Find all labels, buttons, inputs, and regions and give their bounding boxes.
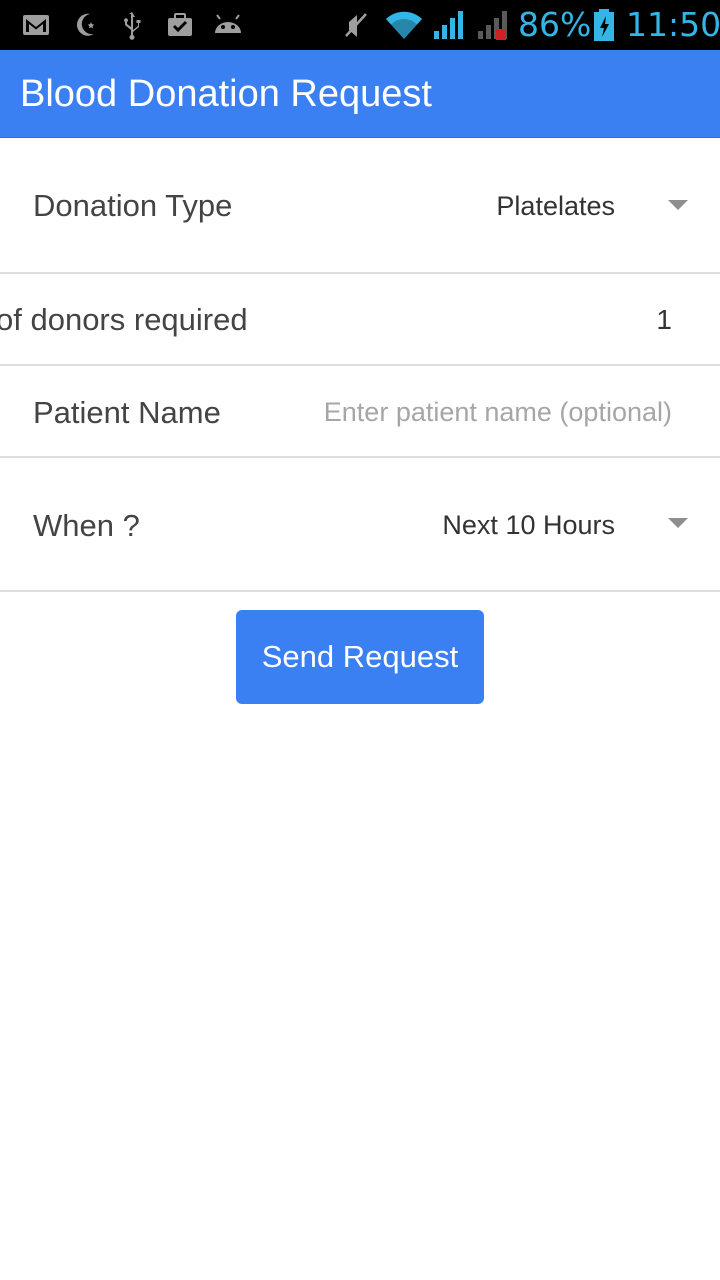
donors-required-label: of donors required [0,302,248,337]
app-bar: Blood Donation Request [0,50,720,138]
moon-icon [76,13,95,36]
briefcase-icon [168,13,192,36]
mute-icon [345,13,367,37]
when-select[interactable]: Next 10 Hours [442,507,615,543]
battery-charging-icon [594,9,614,41]
android-icon [215,14,241,33]
patient-name-label: Patient Name [33,395,221,430]
chevron-down-icon[interactable] [668,518,688,528]
usb-icon [124,12,141,40]
donation-type-select[interactable]: Platelates [496,188,615,224]
donors-required-row: of donors required 1 [0,274,720,366]
battery-percent: 86% [518,5,592,44]
donation-type-label: Donation Type [33,188,233,223]
when-row[interactable]: When ? Next 10 Hours [0,458,720,592]
clock: 11:50 [626,5,720,44]
when-label: When ? [33,508,140,543]
patient-name-row: Patient Name [0,366,720,458]
patient-name-field[interactable] [272,394,672,430]
signal-icon [434,11,463,39]
donors-required-input[interactable]: 1 [656,302,672,338]
status-bar: 86% 11:50 [0,0,720,50]
wifi-icon [386,11,422,39]
gmail-icon [23,15,49,35]
signal-roaming-icon [478,11,507,40]
send-request-button[interactable]: Send Request [236,610,484,704]
chevron-down-icon[interactable] [668,200,688,210]
donation-type-row[interactable]: Donation Type Platelates [0,138,720,274]
page-title: Blood Donation Request [20,73,432,115]
